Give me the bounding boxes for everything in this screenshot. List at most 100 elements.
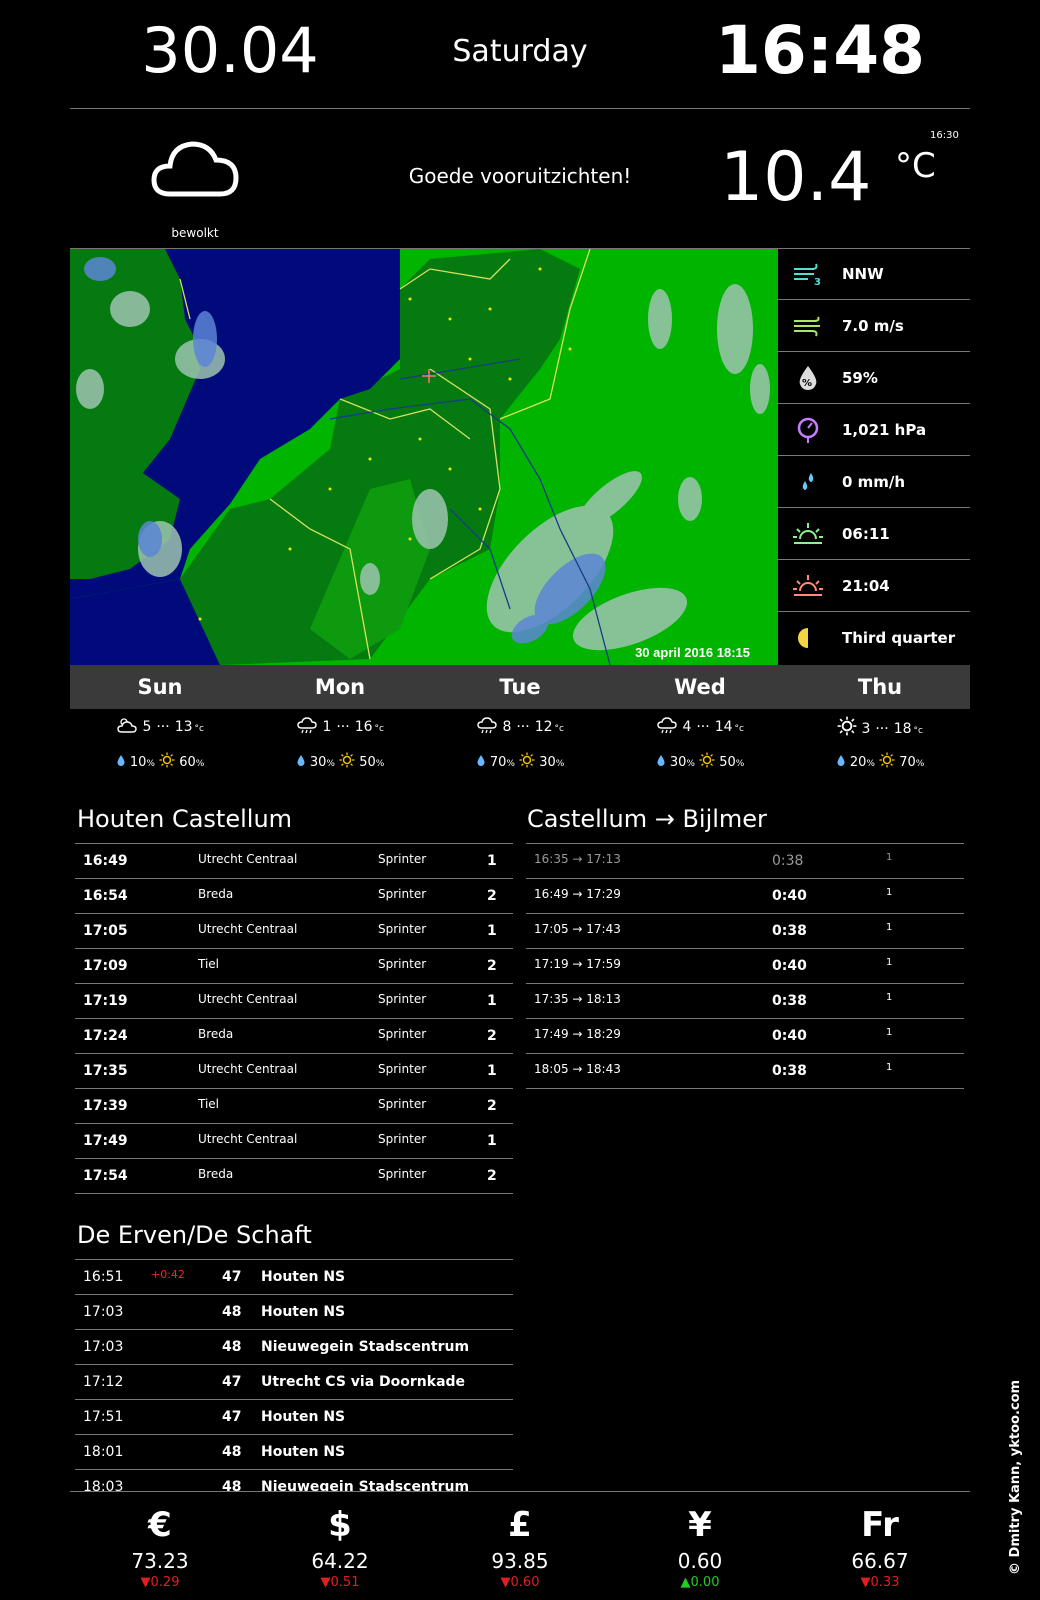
date-display: 30.04 [141,14,319,87]
journey-times: 16:49 → 17:29 [534,887,621,901]
detail-value: 59% [842,369,878,387]
rain-chance: 20 [849,755,867,770]
sun-icon [699,752,715,770]
forecast-day: Mon [314,675,366,699]
forecast-column: 5 ··· 13 °c 10% 60% [70,716,250,774]
temp-unit: °c [374,724,384,734]
detail-value: 06:11 [842,525,890,543]
rain-chance: 30 [309,755,327,770]
table-row: 17:09 Tiel Sprinter 2 [75,948,513,983]
bus-line: 48 [222,1444,242,1460]
raindrop-icon [116,755,126,770]
forecast-column: 1 ··· 16 °c 30% 50% [250,716,430,774]
sun-icon [159,752,175,770]
departure-time: 17:24 [83,1028,128,1044]
detail-value: 0 mm/h [842,473,906,491]
raindrop-icon [836,755,846,770]
currency-change: ▲0.00 [680,1575,720,1590]
forecast-max: 12 [534,719,553,735]
table-row: 16:35 → 17:13 0:38 1 [526,843,964,878]
percent-sign: % [375,759,385,769]
currency-item: €73.23 ▼0.29 [70,1505,250,1590]
forecast-max: 14 [714,719,733,735]
journey-times: 17:35 → 18:13 [534,992,621,1006]
sun-icon [339,752,355,770]
currency-item: £93.85 ▼0.60 [430,1505,610,1590]
rain-chance: 70 [489,755,507,770]
table-row: 16:49 Utrecht Centraal Sprinter 1 [75,843,513,878]
track-number: 2 [487,1098,497,1114]
sun-chance: 50 [719,755,736,770]
departure-time: 16:49 [83,853,128,869]
journey-duration: 0:40 [772,888,807,904]
destination: Breda [198,887,234,901]
forecast-column: 4 ··· 14 °c 30% 50% [610,716,790,774]
track-number: 1 [487,1063,497,1079]
track-number: 2 [487,1028,497,1044]
detail-value: NNW [842,265,884,283]
journey-times: 16:35 → 17:13 [534,852,621,866]
journey-changes: 1 [886,922,893,933]
forecast-max: 13 [174,719,193,735]
percent-sign: % [326,759,335,769]
route-title: Castellum → Bijlmer [527,805,767,833]
detail-row: 7.0 m/s [778,301,970,352]
temp-unit: °c [554,724,564,734]
percent-sign: % [195,759,205,769]
raindrop-icon [296,755,306,770]
clock-display: 16:48 [714,12,926,89]
moon-icon [792,625,824,651]
table-row: 17:39 Tiel Sprinter 2 [75,1088,513,1123]
journey-changes: 1 [886,852,893,863]
table-row: 16:54 Breda Sprinter 2 [75,878,513,913]
detail-row: 3 NNW [778,249,970,300]
departure-time: 17:12 [83,1374,124,1390]
destination: Utrecht Centraal [198,992,298,1006]
forecast-rain: 20% 70% [790,752,970,774]
forecast-temp: 5 ··· 13 °c [70,716,250,742]
track-number: 1 [487,853,497,869]
forecast-temp: 4 ··· 14 °c [610,716,790,742]
journey-times: 17:49 → 18:29 [534,1027,621,1041]
journey-duration: 0:38 [772,923,807,939]
forecast-min: 5 [142,719,152,735]
detail-value: Third quarter [842,629,956,647]
journey-times: 17:05 → 17:43 [534,922,621,936]
journey-changes: 1 [886,887,893,898]
departure-time: 18:01 [83,1444,124,1460]
currency-item: ¥0.60 ▲0.00 [610,1505,790,1590]
table-row: 16:51 +0:42 47 Houten NS [75,1259,513,1294]
train-type: Sprinter [378,957,427,971]
forecast-day: Tue [499,675,541,699]
pressure-icon [792,417,824,443]
raindrop-icon [476,755,486,770]
forecast-rain: 10% 60% [70,752,250,774]
forecast-max: 16 [354,719,373,735]
departure-time: 16:54 [83,888,128,904]
destination: Nieuwegein Stadscentrum [261,1339,470,1355]
forecast-min: 3 [861,721,871,737]
train-type: Sprinter [378,1097,427,1111]
table-row: 17:03 48 Nieuwegein Stadscentrum [75,1329,513,1364]
trains-title: Houten Castellum [77,805,293,833]
bus-line: 47 [222,1409,242,1425]
percent-sign: % [735,759,745,769]
weekday-display: Saturday [452,34,588,69]
table-row: 17:35 Utrecht Centraal Sprinter 1 [75,1053,513,1088]
sun-chance: 50 [359,755,376,770]
destination: Tiel [198,957,220,971]
detail-row: % 59% [778,353,970,404]
temp-unit: °c [194,724,204,734]
sun-icon [519,752,535,770]
percent-sign: % [146,759,155,769]
table-row: 17:05 → 17:43 0:38 1 [526,913,964,948]
detail-row: 21:04 [778,561,970,612]
track-number: 1 [487,923,497,939]
journey-changes: 1 [886,992,893,1003]
divider [70,108,970,109]
table-row: 17:54 Breda Sprinter 2 [75,1158,513,1193]
table-row: 18:01 48 Houten NS [75,1434,513,1469]
forecast-temp: 8 ··· 12 °c [430,716,610,742]
journey-duration: 0:38 [772,853,804,869]
table-row: 16:49 → 17:29 0:40 1 [526,878,964,913]
